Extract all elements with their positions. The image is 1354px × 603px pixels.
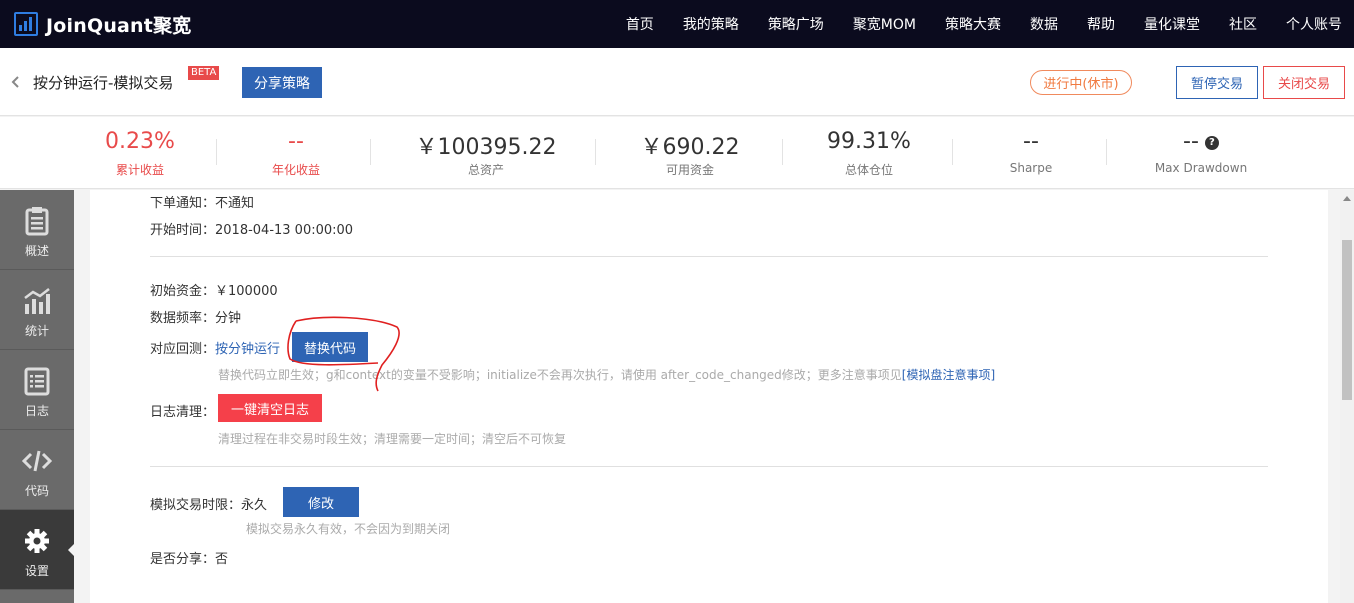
start-time: 开始时间：2018-04-13 00:00:00 bbox=[150, 223, 354, 238]
initial-capital: 初始资金：￥100000 bbox=[150, 284, 278, 299]
beta-badge: BETA bbox=[188, 66, 220, 80]
code-icon bbox=[22, 450, 52, 472]
stat-label: 总体仓位 bbox=[844, 163, 893, 177]
nav-item-data[interactable]: 数据 bbox=[1030, 14, 1058, 34]
scroll-thumb[interactable] bbox=[1342, 240, 1352, 400]
sidebar-item-label: 概述 bbox=[24, 244, 49, 258]
sidebar-item-label: 设置 bbox=[24, 564, 49, 578]
backtest-row: 对应回测：按分钟运行 bbox=[150, 338, 280, 357]
stat-label: 总资产 bbox=[467, 163, 504, 177]
stat-available-cash: ￥690.22 可用资金 bbox=[600, 117, 780, 189]
close-trading-button[interactable]: 关闭交易 bbox=[1263, 66, 1345, 99]
nav-item-strategy-square[interactable]: 策略广场 bbox=[768, 14, 824, 34]
notice-link[interactable]: [模拟盘注意事项] bbox=[902, 368, 995, 382]
stat-sharpe: -- Sharpe bbox=[956, 117, 1106, 189]
annotation-scribble bbox=[287, 316, 400, 392]
nav-item-contest[interactable]: 策略大赛 bbox=[945, 14, 1001, 34]
time-limit-hint: 模拟交易永久有效，不会因为到期关闭 bbox=[246, 522, 451, 536]
nav-item-mom[interactable]: 聚宽MOM bbox=[853, 14, 916, 34]
settings-panel: 下单通知：不通知 开始时间：2018-04-13 00:00:00 初始资金：￥… bbox=[90, 190, 1328, 603]
stats-bar: 0.23% 累计收益 -- 年化收益 ￥100395.22 总资产 ￥690.2… bbox=[0, 117, 1354, 189]
divider bbox=[370, 139, 371, 165]
share-strategy-button[interactable]: 分享策略 bbox=[242, 67, 322, 98]
gear-icon bbox=[25, 529, 49, 553]
nav-item-account[interactable]: 个人账号 bbox=[1286, 14, 1342, 34]
sidebar-item-label: 统计 bbox=[24, 324, 49, 338]
stat-value: -- bbox=[1183, 129, 1199, 154]
stat-label: 可用资金 bbox=[665, 163, 714, 177]
stat-value: -- bbox=[288, 129, 304, 154]
stat-value: 0.23% bbox=[105, 129, 175, 154]
stat-value-row: --? bbox=[1116, 129, 1286, 154]
data-frequency: 数据频率：分钟 bbox=[150, 311, 242, 326]
nav-item-help[interactable]: 帮助 bbox=[1087, 14, 1115, 34]
divider bbox=[1106, 139, 1107, 165]
log-clear-label: 日志清理： bbox=[150, 405, 216, 420]
divider bbox=[595, 139, 596, 165]
scrollbar[interactable] bbox=[1340, 190, 1354, 603]
divider bbox=[782, 139, 783, 165]
stat-value: 99.31% bbox=[827, 129, 911, 154]
stat-label: Max Drawdown bbox=[1154, 161, 1248, 175]
logo-icon bbox=[14, 12, 38, 36]
sidebar-item-label: 日志 bbox=[24, 404, 49, 418]
time-limit: 模拟交易时限：永久 bbox=[150, 498, 268, 513]
stat-annual-return: -- 年化收益 bbox=[218, 117, 374, 189]
brand-name: JoinQuant聚宽 bbox=[46, 14, 192, 37]
strategy-header: 按分钟运行-模拟交易 BETA 分享策略 进行中(休市) 暂停交易 关闭交易 bbox=[0, 48, 1354, 116]
chart-icon bbox=[24, 288, 50, 314]
sidebar: 概述 统计 日志 代码 设置 bbox=[0, 190, 75, 603]
sidebar-item-code[interactable]: 代码 bbox=[0, 430, 74, 510]
stat-label: 年化收益 bbox=[271, 163, 320, 177]
backtest-label: 对应回测： bbox=[150, 342, 216, 357]
share-status: 是否分享：否 bbox=[150, 552, 229, 567]
clear-log-button[interactable]: 一键清空日志 bbox=[218, 394, 322, 422]
stat-label: 累计收益 bbox=[115, 163, 164, 177]
divider bbox=[150, 466, 1268, 467]
stat-value: -- bbox=[1023, 129, 1039, 154]
pause-trading-button[interactable]: 暂停交易 bbox=[1176, 66, 1258, 99]
divider bbox=[952, 139, 953, 165]
status-badge: 进行中(休市) bbox=[1030, 70, 1132, 95]
nav-item-classroom[interactable]: 量化课堂 bbox=[1144, 14, 1200, 34]
page-title: 按分钟运行-模拟交易 bbox=[33, 74, 174, 92]
scroll-up-icon[interactable] bbox=[1343, 196, 1351, 201]
stat-value: ￥100395.22 bbox=[415, 135, 557, 160]
sidebar-item-stats[interactable]: 统计 bbox=[0, 270, 74, 350]
stat-label: Sharpe bbox=[1009, 161, 1053, 175]
divider bbox=[150, 256, 1268, 257]
stat-cumulative-return: 0.23% 累计收益 bbox=[62, 117, 218, 189]
backtest-link[interactable]: 按分钟运行 bbox=[215, 342, 280, 357]
logo[interactable]: JoinQuant聚宽 bbox=[14, 10, 191, 38]
top-nav: JoinQuant聚宽 首页 我的策略 策略广场 聚宽MOM 策略大赛 数据 帮… bbox=[0, 0, 1354, 48]
divider bbox=[216, 139, 217, 165]
sidebar-item-overview[interactable]: 概述 bbox=[0, 190, 74, 270]
nav-item-community[interactable]: 社区 bbox=[1229, 14, 1257, 34]
stat-total-assets: ￥100395.22 总资产 bbox=[386, 117, 586, 189]
log-clear-hint: 清理过程在非交易时段生效；清理需要一定时间；清空后不可恢复 bbox=[218, 432, 567, 446]
stat-max-drawdown: --? Max Drawdown bbox=[1116, 117, 1286, 189]
stat-value: ￥690.22 bbox=[640, 135, 740, 160]
sidebar-item-label: 代码 bbox=[24, 484, 49, 498]
nav-item-my-strategies[interactable]: 我的策略 bbox=[683, 14, 739, 34]
sidebar-item-settings[interactable]: 设置 bbox=[0, 510, 75, 590]
help-icon[interactable]: ? bbox=[1204, 136, 1219, 150]
order-notice: 下单通知：不通知 bbox=[150, 196, 255, 211]
clipboard-icon bbox=[25, 207, 49, 236]
stat-position: 99.31% 总体仓位 bbox=[784, 117, 954, 189]
chevron-left-icon[interactable] bbox=[10, 76, 22, 88]
nav-menu: 首页 我的策略 策略广场 聚宽MOM 策略大赛 数据 帮助 量化课堂 社区 个人… bbox=[597, 0, 1342, 48]
nav-item-home[interactable]: 首页 bbox=[626, 14, 654, 34]
modify-button[interactable]: 修改 bbox=[283, 487, 359, 517]
sidebar-item-log[interactable]: 日志 bbox=[0, 350, 74, 430]
active-indicator bbox=[68, 543, 75, 557]
list-icon bbox=[24, 367, 50, 396]
